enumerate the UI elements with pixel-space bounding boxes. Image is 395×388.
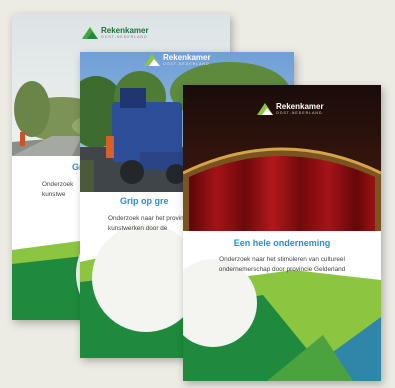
subtitle-line: kunstwe	[42, 190, 66, 198]
logo: Rekenkamer OOST-NEDERLAND	[82, 27, 149, 40]
logo-name: Rekenkamer	[276, 102, 324, 111]
rekenkamer-logo-icon	[144, 54, 160, 67]
subtitle-line: Onderzoek naar het stimuleren van cultur…	[219, 256, 345, 263]
report-cover-front[interactable]: Rekenkamer OOST-NEDERLAND Een hele onder…	[183, 85, 381, 381]
logo: Rekenkamer OOST-NEDERLAND	[144, 54, 211, 67]
subtitle-line: Onderzoek	[42, 181, 74, 188]
subtitle-line: ondernemerschap door provincie Gelderlan…	[218, 265, 346, 273]
rekenkamer-logo-icon	[257, 103, 273, 116]
subtitle-line: kunstwerken door de	[108, 224, 168, 232]
logo-name: Rekenkamer	[101, 26, 149, 35]
logo-subtitle: OOST-NEDERLAND	[276, 111, 323, 115]
rekenkamer-logo-icon	[82, 27, 98, 40]
report-title: Grip op gre	[120, 196, 169, 206]
report-subtitle: Onderzoek naar het stimuleren van cultur…	[183, 255, 381, 275]
report-subtitle: Onderzoek naar het provinc kunstwerken d…	[108, 214, 187, 234]
subtitle-line: Onderzoek naar het provinc	[108, 215, 187, 222]
logo-subtitle: OOST-NEDERLAND	[163, 62, 210, 66]
logo-subtitle: OOST-NEDERLAND	[101, 35, 148, 39]
logo: Rekenkamer OOST-NEDERLAND	[257, 103, 324, 116]
report-subtitle: Onderzoek kunstwe	[42, 180, 73, 200]
logo-name: Rekenkamer	[163, 53, 211, 62]
theatre-photo	[183, 85, 381, 381]
report-title: Een hele onderneming	[233, 238, 331, 248]
